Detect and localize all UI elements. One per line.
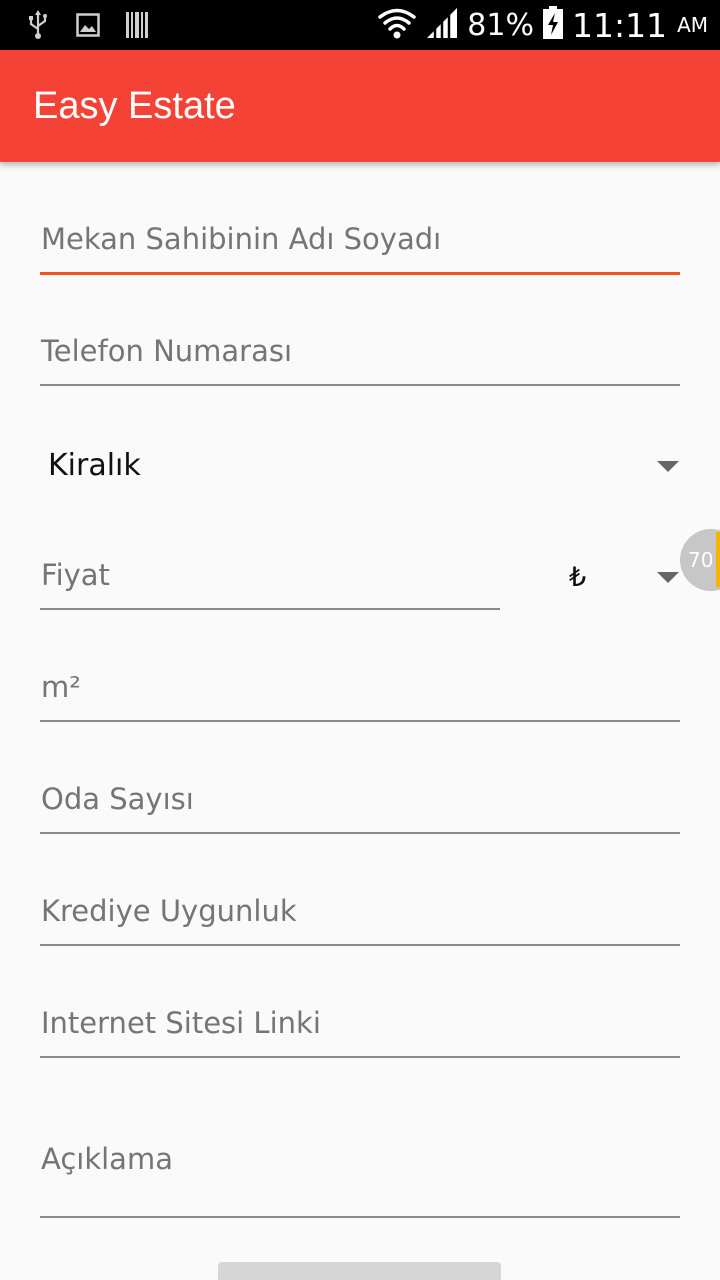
owner-name-placeholder: Mekan Sahibinin Adı Soyadı	[41, 222, 442, 256]
room-count-placeholder: Oda Sayısı	[41, 782, 194, 816]
floating-counter-badge[interactable]: 70	[680, 529, 720, 591]
phone-field[interactable]: Telefon Numarası	[40, 324, 680, 386]
usb-icon	[26, 10, 50, 44]
website-link-placeholder: Internet Sitesi Linki	[41, 1006, 321, 1040]
status-bar-left	[26, 10, 148, 44]
currency-value: ₺	[569, 562, 587, 593]
area-field[interactable]: m²	[40, 660, 680, 722]
description-underline	[40, 1216, 680, 1218]
description-field[interactable]: Açıklama	[40, 1100, 680, 1218]
owner-name-underline	[40, 272, 680, 275]
listing-type-dropdown[interactable]: Kiralık	[40, 440, 680, 496]
phone-underline	[40, 384, 680, 386]
barcode-icon	[126, 12, 148, 42]
signal-icon	[425, 6, 459, 44]
battery-percentage: 81%	[467, 7, 534, 43]
room-count-field[interactable]: Oda Sayısı	[40, 772, 680, 834]
chevron-down-icon	[657, 572, 679, 583]
website-link-underline	[40, 1056, 680, 1058]
price-placeholder: Fiyat	[41, 558, 110, 592]
floating-badge-accent	[716, 532, 720, 587]
price-field[interactable]: Fiyat	[40, 548, 500, 610]
room-count-underline	[40, 832, 680, 834]
credit-eligibility-placeholder: Krediye Uygunluk	[41, 894, 297, 928]
app-title: Easy Estate	[33, 85, 236, 127]
chevron-down-icon	[657, 461, 679, 472]
listing-type-value: Kiralık	[48, 448, 141, 483]
price-underline	[40, 608, 500, 610]
clock-time: 11:11	[571, 5, 668, 45]
area-placeholder: m²	[41, 670, 81, 704]
app-bar: Easy Estate	[0, 50, 720, 162]
image-icon	[76, 13, 100, 41]
submit-button[interactable]	[218, 1262, 501, 1280]
area-underline	[40, 720, 680, 722]
wifi-icon	[377, 7, 417, 43]
clock-ampm: AM	[677, 13, 708, 37]
description-placeholder: Açıklama	[41, 1142, 173, 1176]
owner-name-field[interactable]: Mekan Sahibinin Adı Soyadı	[40, 212, 680, 275]
floating-counter-value: 70	[688, 548, 714, 572]
website-link-field[interactable]: Internet Sitesi Linki	[40, 996, 680, 1058]
credit-eligibility-field[interactable]: Krediye Uygunluk	[40, 884, 680, 946]
phone-placeholder: Telefon Numarası	[41, 334, 293, 368]
status-bar-right: 81% 11:11 AM	[377, 4, 708, 46]
credit-eligibility-underline	[40, 944, 680, 946]
status-bar: 81% 11:11 AM	[0, 0, 720, 50]
currency-dropdown[interactable]	[540, 548, 680, 610]
battery-charging-icon	[542, 6, 564, 44]
